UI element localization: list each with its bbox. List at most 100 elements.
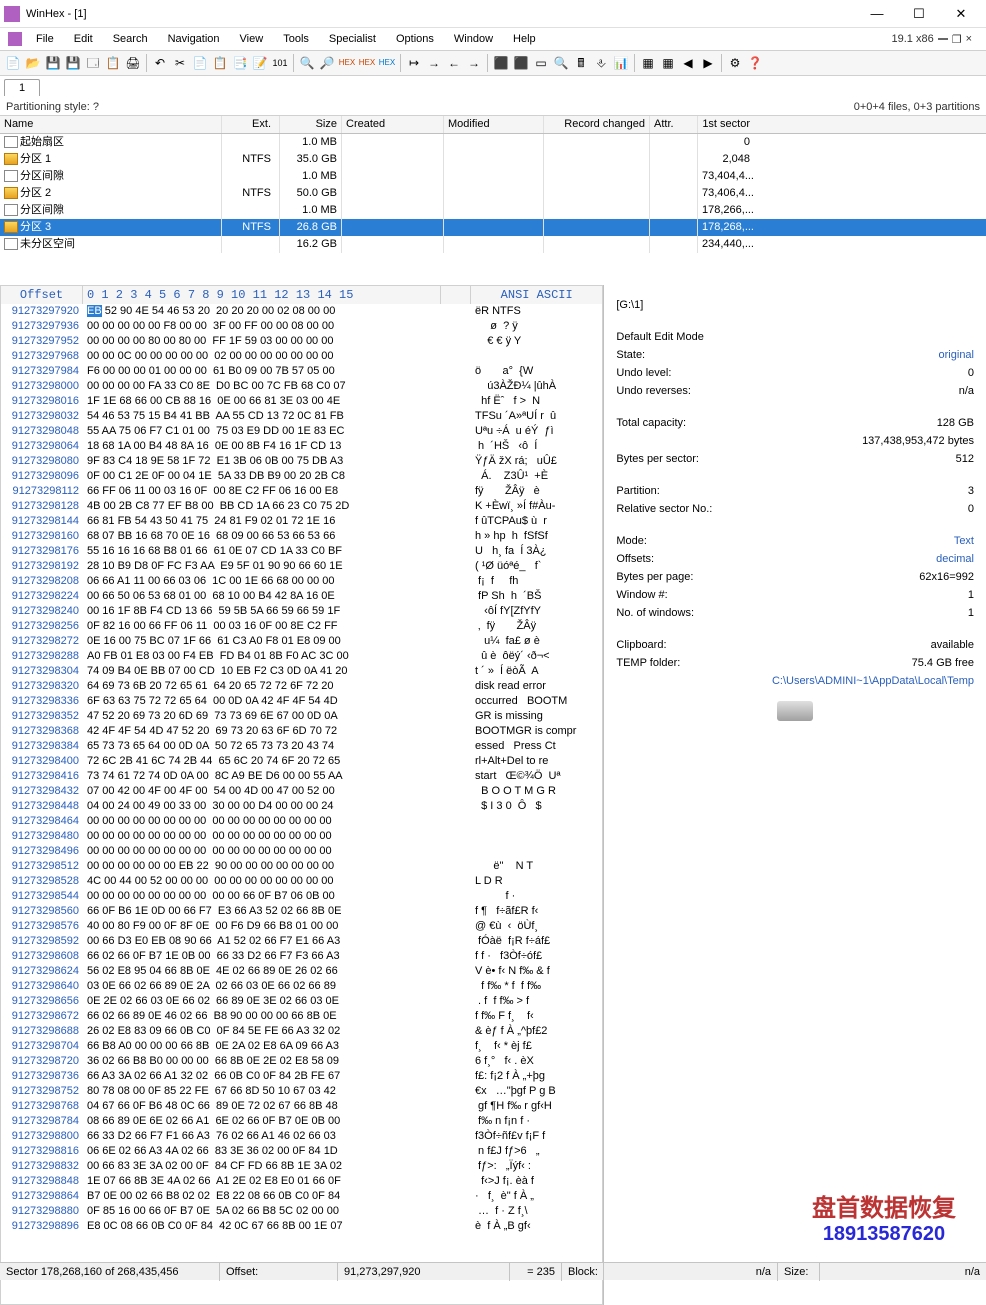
hex-row[interactable]: 91273297920EB 52 90 4E 54 46 53 20 20 20… <box>1 304 602 319</box>
col-sector[interactable]: 1st sector <box>698 116 764 133</box>
hex-row[interactable]: 9127329811266 FF 06 11 00 03 16 0F 00 8E… <box>1 484 602 499</box>
hex-row[interactable]: 9127329817655 16 16 16 68 B8 01 66 61 0E… <box>1 544 602 559</box>
print-icon[interactable]: 🖨 <box>124 54 142 72</box>
zoom-icon[interactable]: 🔍 <box>552 54 570 72</box>
hex-row[interactable]: 91273298864B7 0E 00 02 66 B8 02 02 E8 22… <box>1 1189 602 1204</box>
part-row[interactable]: 分区 2NTFS50.0 GB73,406,4... <box>0 185 986 202</box>
hex-row[interactable]: 9127329806418 68 1A 00 B4 48 8A 16 0E 00… <box>1 439 602 454</box>
hex-row[interactable]: 9127329851200 00 00 00 00 00 EB 22 90 00… <box>1 859 602 874</box>
col-attr[interactable]: Attr. <box>650 116 698 133</box>
paste-icon[interactable]: 📋 <box>211 54 229 72</box>
hex-row[interactable]: 9127329870466 B8 A0 00 00 00 66 8B 0E 2A… <box>1 1039 602 1054</box>
menu-window[interactable]: Window <box>444 31 503 47</box>
hex-row[interactable]: 9127329832064 69 73 6B 20 72 65 61 64 20… <box>1 679 602 694</box>
menu-help[interactable]: Help <box>503 31 546 47</box>
hex-row[interactable]: 912732980161F 1E 68 66 00 CB 88 16 0E 00… <box>1 394 602 409</box>
next-icon[interactable]: ▶ <box>699 54 717 72</box>
col-rec[interactable]: Record changed <box>544 116 650 133</box>
hex-row[interactable]: 9127329836842 4F 4F 54 4D 47 52 20 69 73… <box>1 724 602 739</box>
hex-row[interactable]: 9127329843207 00 42 00 4F 00 4F 00 54 00… <box>1 784 602 799</box>
hex-row[interactable]: 9127329822400 66 50 06 53 68 01 00 68 10… <box>1 589 602 604</box>
hex-row[interactable]: 9127329864003 0E 66 02 66 89 0E 2A 02 66… <box>1 979 602 994</box>
hex-row[interactable]: 9127329819228 10 B9 D8 0F FC F3 AA E9 5F… <box>1 559 602 574</box>
mdi-close-icon[interactable]: × <box>966 33 972 45</box>
menu-view[interactable]: View <box>230 31 274 47</box>
close-btn[interactable]: ✕ <box>940 0 982 28</box>
fwd-icon[interactable]: → <box>465 54 483 72</box>
hex-row[interactable]: 912732988800F 85 16 00 66 0F B7 0E 5A 02… <box>1 1204 602 1219</box>
part-row[interactable]: 分区间隙1.0 MB73,404,4... <box>0 168 986 185</box>
menu-options[interactable]: Options <box>386 31 444 47</box>
hex-row[interactable]: 9127329814466 81 FB 54 43 50 41 75 24 81… <box>1 514 602 529</box>
menu-search[interactable]: Search <box>103 31 158 47</box>
pos-icon[interactable]: ⎀ <box>592 54 610 72</box>
menu-file[interactable]: File <box>26 31 64 47</box>
new-icon[interactable]: 📄 <box>4 54 22 72</box>
hex-row[interactable]: 9127329844804 00 24 00 49 00 33 00 30 00… <box>1 799 602 814</box>
hex-row[interactable]: 9127329875280 78 08 00 0F 85 22 FE 67 66… <box>1 1084 602 1099</box>
hex-row[interactable]: 9127329824000 16 1F 8B F4 CD 13 66 59 5B… <box>1 604 602 619</box>
menu-edit[interactable]: Edit <box>64 31 103 47</box>
hex-row[interactable]: 9127329868826 02 E8 83 09 66 0B C0 0F 84… <box>1 1024 602 1039</box>
goto-icon[interactable]: → <box>425 54 443 72</box>
settings-icon[interactable]: ⚙ <box>726 54 744 72</box>
hex-row[interactable]: 9127329846400 00 00 00 00 00 00 00 00 00… <box>1 814 602 829</box>
hex-row[interactable]: 9127329849600 00 00 00 00 00 00 00 00 00… <box>1 844 602 859</box>
hex-row[interactable]: 9127329793600 00 00 00 00 F8 00 00 3F 00… <box>1 319 602 334</box>
maximize-btn[interactable]: ☐ <box>898 0 940 28</box>
menu-specialist[interactable]: Specialist <box>319 31 386 47</box>
hex-row[interactable]: 912732980809F 83 C4 18 9E 58 1F 72 E1 3B… <box>1 454 602 469</box>
minimize-btn[interactable]: — <box>856 0 898 28</box>
part-row[interactable]: 未分区空间16.2 GB234,440,... <box>0 236 986 253</box>
part-row[interactable]: 起始扇区1.0 MB0 <box>0 134 986 151</box>
hex-row[interactable]: 9127329804855 AA 75 06 F7 C1 01 00 75 03… <box>1 424 602 439</box>
state-value[interactable]: original <box>939 349 974 365</box>
hex-row[interactable]: 912732981284B 00 2B C8 77 EF B8 00 BB CD… <box>1 499 602 514</box>
hex-row[interactable]: 9127329860866 02 66 0F B7 1E 0B 00 66 33… <box>1 949 602 964</box>
hex-row[interactable]: 9127329883200 66 83 3E 3A 02 00 0F 84 CF… <box>1 1159 602 1174</box>
find-hex-icon[interactable]: 🔎 <box>318 54 336 72</box>
hex-row[interactable]: 9127329835247 52 20 69 73 20 6D 69 73 73… <box>1 709 602 724</box>
hex-row[interactable]: 912732986560E 2E 02 66 03 0E 66 02 66 89… <box>1 994 602 1009</box>
hex-row[interactable]: 9127329881606 6E 02 66 A3 4A 02 66 83 3E… <box>1 1144 602 1159</box>
save-icon[interactable]: 💾 <box>64 54 82 72</box>
col-modified[interactable]: Modified <box>444 116 544 133</box>
disk1-icon[interactable]: ⬛ <box>492 54 510 72</box>
hex-row[interactable]: 9127329878408 66 89 0E 6E 02 66 A1 6E 02… <box>1 1114 602 1129</box>
undo-icon[interactable]: ↶ <box>151 54 169 72</box>
hex-view[interactable]: 91273297920EB 52 90 4E 54 46 53 20 20 20… <box>1 304 602 1304</box>
analyze-icon[interactable]: 📊 <box>612 54 630 72</box>
help-icon[interactable]: ❓ <box>746 54 764 72</box>
hex-row[interactable]: 9127329859200 66 D3 E0 EB 08 90 66 A1 52… <box>1 934 602 949</box>
col-size[interactable]: Size <box>280 116 342 133</box>
replace-text-icon[interactable]: HEX <box>338 54 356 72</box>
hex-row[interactable]: 912732983366F 63 63 75 72 72 65 64 00 0D… <box>1 694 602 709</box>
hex-row[interactable]: 9127329803254 46 53 75 15 B4 41 BB AA 55… <box>1 409 602 424</box>
copy-block-icon[interactable]: 📑 <box>231 54 249 72</box>
hex-row[interactable]: 9127329840072 6C 2B 41 6C 74 2B 44 65 6C… <box>1 754 602 769</box>
hex-row[interactable]: 9127329820806 66 A1 11 00 66 03 06 1C 00… <box>1 574 602 589</box>
hex-row[interactable]: 912732982560F 82 16 00 66 FF 06 11 00 03… <box>1 619 602 634</box>
find-icon[interactable]: 🔍 <box>298 54 316 72</box>
col-created[interactable]: Created <box>342 116 444 133</box>
calc-icon[interactable]: 🖩 <box>572 54 590 72</box>
part-row[interactable]: 分区间隙1.0 MB178,266,... <box>0 202 986 219</box>
offset-header[interactable]: Offset <box>1 286 83 304</box>
open-disk-icon[interactable]: 💾 <box>44 54 62 72</box>
menu-tools[interactable]: Tools <box>273 31 319 47</box>
hex-row[interactable]: 9127329800000 00 00 00 FA 33 C0 8E D0 BC… <box>1 379 602 394</box>
copy-icon[interactable]: 📄 <box>191 54 209 72</box>
hex-row[interactable]: 912732985284C 00 44 00 52 00 00 00 00 00… <box>1 874 602 889</box>
hex-row[interactable]: 91273298288A0 FB 01 E8 03 00 F4 EB FD B4… <box>1 649 602 664</box>
paste-write-icon[interactable]: 📝 <box>251 54 269 72</box>
back-icon[interactable]: ← <box>445 54 463 72</box>
tab-1[interactable]: 1 <box>4 79 40 96</box>
col-ext[interactable]: Ext. <box>222 116 280 133</box>
hex-row[interactable]: 91273298896E8 0C 08 66 0B C0 0F 84 42 0C… <box>1 1219 602 1234</box>
hex-row[interactable]: 9127329873666 A3 3A 02 66 A1 32 02 66 0B… <box>1 1069 602 1084</box>
offset-mode[interactable]: decimal <box>936 553 974 569</box>
goto-start-icon[interactable]: ↦ <box>405 54 423 72</box>
hex-row[interactable]: 9127329795200 00 00 00 80 00 80 00 FF 1F… <box>1 334 602 349</box>
grid2-icon[interactable]: ▦ <box>659 54 677 72</box>
hex-row[interactable]: 9127329796800 00 0C 00 00 00 00 00 02 00… <box>1 349 602 364</box>
